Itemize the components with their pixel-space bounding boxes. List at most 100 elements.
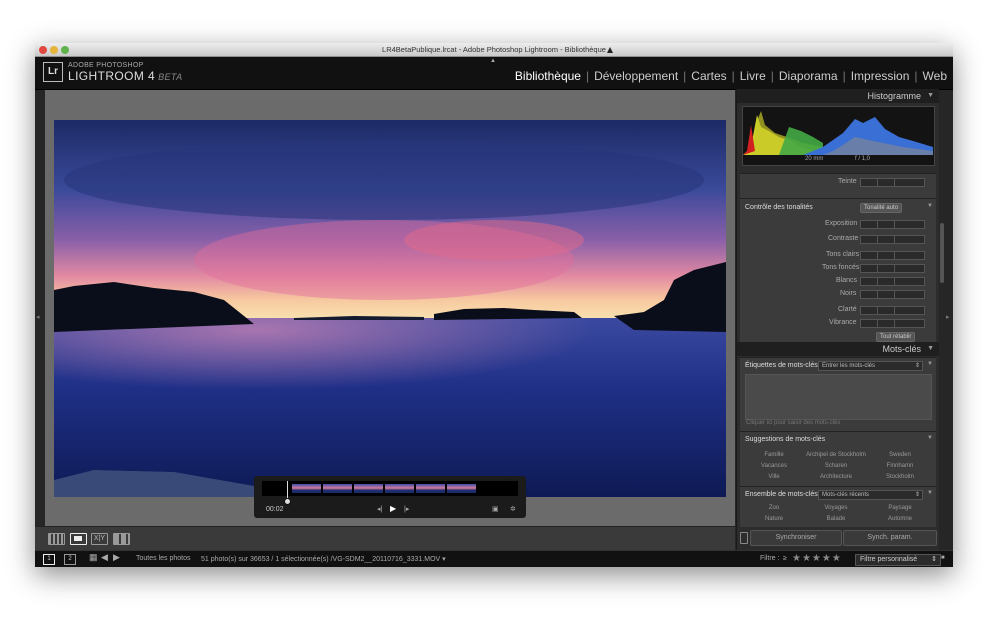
filter-operator[interactable]: ≥ <box>783 555 787 562</box>
keywords-header[interactable]: Mots-clés ▼ <box>737 342 939 356</box>
tons-fonces-stepper[interactable] <box>860 264 925 273</box>
module-separator: | <box>770 69 774 83</box>
beta-tag: BETA <box>158 72 183 82</box>
keyword-set-expand-icon[interactable]: ▼ <box>927 490 933 496</box>
compare-view-icon[interactable]: X|Y <box>91 533 108 545</box>
identity-plate-header: ▲ Lr ADOBE PHOTOSHOP LIGHTROOM 4 BETA Bib… <box>35 57 953 90</box>
tons-clairs-stepper[interactable] <box>860 251 925 260</box>
keyword-set-item[interactable]: Voyages <box>804 505 868 511</box>
video-timecode: 00:02 <box>266 506 284 513</box>
keyword-set-item[interactable]: Zoo <box>742 505 806 511</box>
module-cartes[interactable]: Cartes <box>689 69 728 83</box>
suggestion-keyword[interactable]: Sweden <box>868 452 932 458</box>
collapse-triangle-icon[interactable]: ▼ <box>927 345 934 352</box>
video-settings-icon[interactable]: ✲ <box>510 505 516 513</box>
histogram-graph <box>743 111 933 155</box>
survey-view-icon[interactable] <box>113 533 130 545</box>
module-bibliotheque[interactable]: Bibliothèque <box>513 69 583 83</box>
collapse-top-panel-icon[interactable]: ▲ <box>490 58 496 64</box>
back-arrow-icon[interactable]: ◀ <box>101 552 108 563</box>
label-vibrance: Vibrance <box>829 319 857 326</box>
suggestion-keyword[interactable]: Architecture <box>804 474 868 480</box>
suggestions-expand-icon[interactable]: ▼ <box>927 435 933 441</box>
suggestion-keyword[interactable]: Famille <box>742 452 806 458</box>
tonal-control-section: Contrôle des tonalités Tonalité auto ▼ E… <box>740 198 936 342</box>
loupe-view: 00:02 ◂| ▶ |▸ ▣ ✲ <box>45 90 735 526</box>
keyword-entry-box[interactable] <box>745 374 932 420</box>
forward-arrow-icon[interactable]: ▶ <box>113 552 120 563</box>
grid-icon[interactable]: ▦ <box>89 552 98 563</box>
second-screen-button[interactable]: 2 <box>64 554 76 565</box>
rating-filter-stars[interactable]: ★★★★★ <box>792 553 842 564</box>
histogram-title: Histogramme <box>867 91 921 101</box>
keyword-suggestions-section: Suggestions de mots-clés ▼ Famille Archi… <box>740 431 936 486</box>
custom-filter-select[interactable]: Filtre personnalisé <box>855 554 941 566</box>
module-web[interactable]: Web <box>921 69 949 83</box>
sync-settings-button[interactable]: Synch. param. <box>843 530 937 546</box>
video-frame-strip[interactable] <box>262 481 518 496</box>
keywords-title: Mots-clés <box>882 344 921 354</box>
keyword-tags-select[interactable]: Entrer les mots-clés <box>818 361 923 371</box>
filter-lock-icon[interactable]: ■ <box>941 555 945 561</box>
synchronize-button[interactable]: Synchroniser <box>750 530 842 546</box>
blancs-stepper[interactable] <box>860 277 925 286</box>
sunset-lake-image <box>54 120 726 497</box>
keyword-tags-label: Étiquettes de mots-clés <box>745 362 818 369</box>
suggestion-keyword[interactable]: Finnhamn <box>868 463 932 469</box>
mouse-cursor-icon <box>607 47 613 53</box>
keyword-set-section: Ensemble de mots-clés Mots-clés récents … <box>740 486 936 527</box>
expand-left-panel-icon[interactable]: ◂ <box>36 313 40 321</box>
suggestion-keyword[interactable]: Scharen <box>804 463 868 469</box>
keyword-set-item[interactable]: Paysage <box>868 505 932 511</box>
collapse-triangle-icon[interactable]: ▼ <box>927 92 934 99</box>
suggestion-keyword[interactable]: Stockholm <box>868 474 932 480</box>
lr-logo-icon: Lr <box>43 62 63 82</box>
brand-product: LIGHTROOM 4 BETA <box>68 69 183 83</box>
step-back-icon[interactable]: ◂| <box>377 505 382 513</box>
selection-info[interactable]: 51 photo(s) sur 36653 / 1 sélectionnée(s… <box>201 555 446 563</box>
module-impression[interactable]: Impression <box>849 69 912 83</box>
video-player: 00:02 ◂| ▶ |▸ ▣ ✲ <box>254 476 526 518</box>
keyword-set-item[interactable]: Balade <box>804 516 868 522</box>
keyword-set-item[interactable]: Nature <box>742 516 806 522</box>
histogram-header[interactable]: Histogramme ▼ <box>737 89 939 103</box>
video-frame <box>323 484 352 493</box>
capture-frame-icon[interactable]: ▣ <box>492 505 499 513</box>
main-screen-button[interactable]: 1 <box>43 554 55 565</box>
label-teinte: Teinte <box>838 178 857 185</box>
suggestion-keyword[interactable]: Ville <box>742 474 806 480</box>
playhead-handle[interactable] <box>284 498 291 505</box>
video-frame <box>292 484 321 493</box>
video-frame <box>416 484 445 493</box>
exposition-stepper[interactable] <box>860 220 925 229</box>
clarte-stepper[interactable] <box>860 306 925 315</box>
vibrance-stepper[interactable] <box>860 319 925 328</box>
teinte-stepper[interactable] <box>860 178 925 187</box>
collapse-right-panel-icon[interactable]: ▸ <box>946 313 950 321</box>
module-livre[interactable]: Livre <box>738 69 768 83</box>
label-blancs: Blancs <box>836 277 858 284</box>
keyword-tags-expand-icon[interactable]: ▼ <box>927 361 933 367</box>
suggestion-keyword[interactable]: Archipel de Stockholm <box>804 452 868 458</box>
module-diaporama[interactable]: Diaporama <box>777 69 840 83</box>
right-panel-scrollbar[interactable] <box>940 223 944 283</box>
auto-tone-button[interactable]: Tonalité auto <box>860 203 903 213</box>
step-forward-icon[interactable]: |▸ <box>404 505 409 513</box>
keyword-tags-section: Étiquettes de mots-clés Entrer les mots-… <box>740 357 936 431</box>
contraste-stepper[interactable] <box>860 235 925 244</box>
reset-all-button[interactable]: Tout rétablir <box>876 332 916 342</box>
module-separator: | <box>585 69 590 83</box>
module-developpement[interactable]: Développement <box>592 69 680 83</box>
play-icon[interactable]: ▶ <box>390 504 396 513</box>
noirs-stepper[interactable] <box>860 290 925 299</box>
preview-photo[interactable] <box>54 120 726 497</box>
suggestion-keyword[interactable]: Vacances <box>742 463 806 469</box>
tonal-expand-icon[interactable]: ▼ <box>927 203 933 209</box>
keyword-set-select[interactable]: Mots-clés récents <box>818 490 923 500</box>
keyword-set-item[interactable]: Automne <box>868 516 932 522</box>
grid-view-icon[interactable] <box>48 533 65 545</box>
auto-sync-switch[interactable] <box>740 532 748 544</box>
loupe-view-icon[interactable] <box>70 533 87 545</box>
source-label[interactable]: Toutes les photos <box>136 555 190 562</box>
library-toolbar: X|Y <box>35 526 735 550</box>
